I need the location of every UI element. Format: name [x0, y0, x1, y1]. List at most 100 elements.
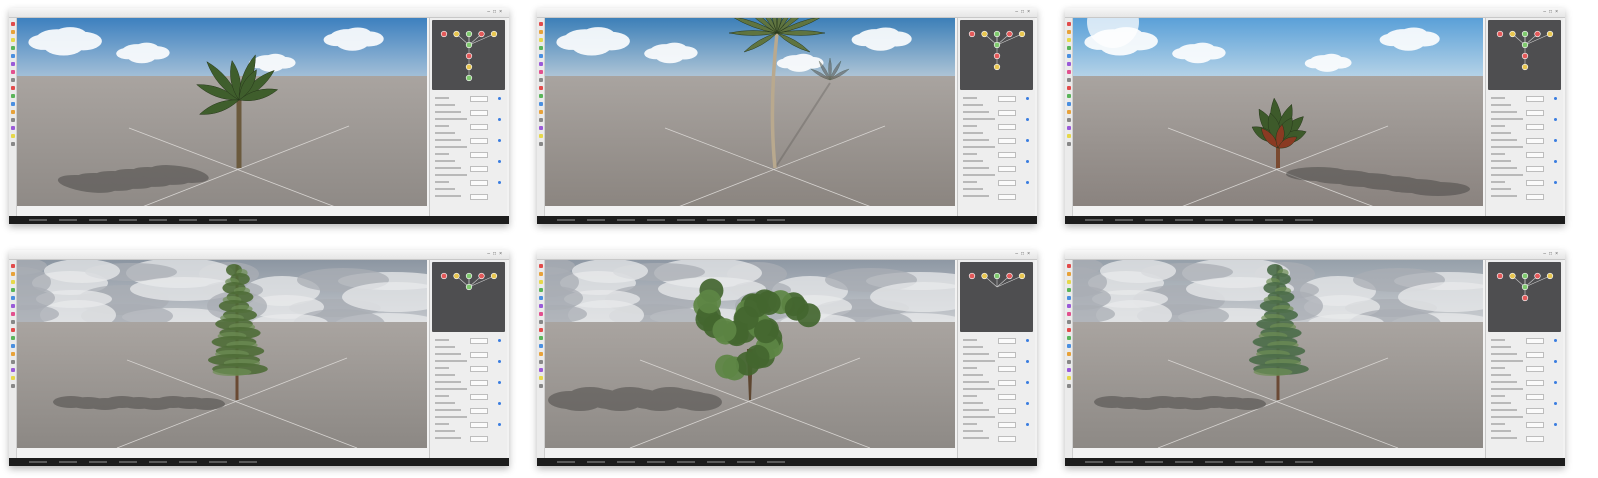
property-field[interactable]	[998, 138, 1016, 144]
tool-icon[interactable]	[538, 78, 543, 82]
property-toggle[interactable]	[1554, 360, 1557, 363]
taskbar-item[interactable]	[89, 219, 107, 221]
graph-node[interactable]	[1534, 30, 1541, 38]
graph-node[interactable]	[440, 30, 448, 38]
tool-icon[interactable]	[538, 46, 543, 50]
tool-icon[interactable]	[1066, 126, 1071, 130]
taskbar-item[interactable]	[59, 219, 77, 221]
property-field[interactable]	[1526, 380, 1544, 386]
scene-viewport[interactable]	[17, 18, 427, 206]
graph-node[interactable]	[490, 272, 498, 280]
property-field[interactable]	[470, 394, 488, 400]
tool-icon[interactable]	[538, 264, 543, 268]
graph-node[interactable]	[1006, 272, 1013, 280]
graph-node[interactable]	[993, 41, 1001, 49]
tool-icon[interactable]	[10, 280, 15, 284]
tool-icon[interactable]	[10, 46, 15, 50]
tool-icon[interactable]	[1066, 54, 1071, 58]
tool-icon[interactable]	[538, 312, 543, 316]
tool-icon[interactable]	[10, 70, 15, 74]
taskbar-item[interactable]	[1205, 219, 1223, 221]
property-toggle[interactable]	[1554, 181, 1557, 184]
tool-icon[interactable]	[10, 344, 15, 348]
tool-icon[interactable]	[1066, 336, 1071, 340]
property-field[interactable]	[998, 180, 1016, 186]
property-toggle[interactable]	[498, 402, 501, 405]
graph-node[interactable]	[1521, 272, 1529, 280]
taskbar-item[interactable]	[677, 219, 695, 221]
tool-icon[interactable]	[538, 86, 543, 90]
property-toggle[interactable]	[1554, 339, 1557, 342]
graph-node[interactable]	[465, 63, 473, 71]
taskbar-item[interactable]	[1085, 461, 1103, 463]
close-icon[interactable]: ×	[1027, 251, 1033, 257]
taskbar-item[interactable]	[209, 461, 227, 463]
tool-icon[interactable]	[538, 344, 543, 348]
property-toggle[interactable]	[1554, 118, 1557, 121]
property-field[interactable]	[1526, 124, 1544, 130]
property-field[interactable]	[470, 166, 488, 172]
property-toggle[interactable]	[1026, 381, 1029, 384]
property-toggle[interactable]	[498, 181, 501, 184]
taskbar-item[interactable]	[1145, 461, 1163, 463]
close-icon[interactable]: ×	[499, 251, 505, 257]
property-field[interactable]	[998, 408, 1016, 414]
property-toggle[interactable]	[1026, 181, 1029, 184]
tool-icon[interactable]	[1066, 86, 1071, 90]
graph-node[interactable]	[993, 63, 1001, 71]
tool-icon[interactable]	[10, 142, 15, 146]
taskbar-item[interactable]	[1115, 461, 1133, 463]
tool-icon[interactable]	[1066, 110, 1071, 114]
tool-icon[interactable]	[10, 320, 15, 324]
property-field[interactable]	[998, 422, 1016, 428]
property-field[interactable]	[998, 166, 1016, 172]
property-field[interactable]	[998, 380, 1016, 386]
tool-icon[interactable]	[538, 336, 543, 340]
tool-icon[interactable]	[1066, 30, 1071, 34]
tool-icon[interactable]	[10, 118, 15, 122]
tool-icon[interactable]	[1066, 320, 1071, 324]
tool-icon[interactable]	[1066, 118, 1071, 122]
property-field[interactable]	[1526, 338, 1544, 344]
property-toggle[interactable]	[1026, 118, 1029, 121]
property-field[interactable]	[470, 408, 488, 414]
scene-viewport[interactable]	[545, 18, 955, 206]
tool-icon[interactable]	[538, 134, 543, 138]
tool-icon[interactable]	[538, 70, 543, 74]
graph-node[interactable]	[1018, 30, 1026, 38]
property-field[interactable]	[1526, 394, 1544, 400]
tool-icon[interactable]	[538, 142, 543, 146]
property-field[interactable]	[1526, 366, 1544, 372]
taskbar-item[interactable]	[647, 219, 665, 221]
property-field[interactable]	[1526, 422, 1544, 428]
taskbar-item[interactable]	[1175, 219, 1193, 221]
tool-icon[interactable]	[538, 288, 543, 292]
property-field[interactable]	[1526, 138, 1544, 144]
property-toggle[interactable]	[498, 339, 501, 342]
tool-icon[interactable]	[10, 312, 15, 316]
tool-icon[interactable]	[1066, 134, 1071, 138]
property-toggle[interactable]	[498, 160, 501, 163]
taskbar-item[interactable]	[647, 461, 665, 463]
property-field[interactable]	[998, 96, 1016, 102]
property-toggle[interactable]	[498, 118, 501, 121]
property-toggle[interactable]	[1026, 360, 1029, 363]
graph-node[interactable]	[981, 272, 988, 280]
tool-icon[interactable]	[10, 304, 15, 308]
tool-icon[interactable]	[10, 376, 15, 380]
taskbar-item[interactable]	[737, 219, 755, 221]
property-toggle[interactable]	[1554, 381, 1557, 384]
tool-icon[interactable]	[10, 86, 15, 90]
property-field[interactable]	[998, 352, 1016, 358]
property-field[interactable]	[1526, 166, 1544, 172]
property-field[interactable]	[998, 338, 1016, 344]
graph-node[interactable]	[1521, 283, 1529, 291]
tool-icon[interactable]	[538, 126, 543, 130]
tool-icon[interactable]	[538, 384, 543, 388]
tool-icon[interactable]	[538, 280, 543, 284]
node-graph-canvas[interactable]	[1488, 20, 1561, 90]
taskbar-item[interactable]	[587, 461, 605, 463]
tool-icon[interactable]	[10, 78, 15, 82]
property-toggle[interactable]	[498, 360, 501, 363]
taskbar-item[interactable]	[1175, 461, 1193, 463]
